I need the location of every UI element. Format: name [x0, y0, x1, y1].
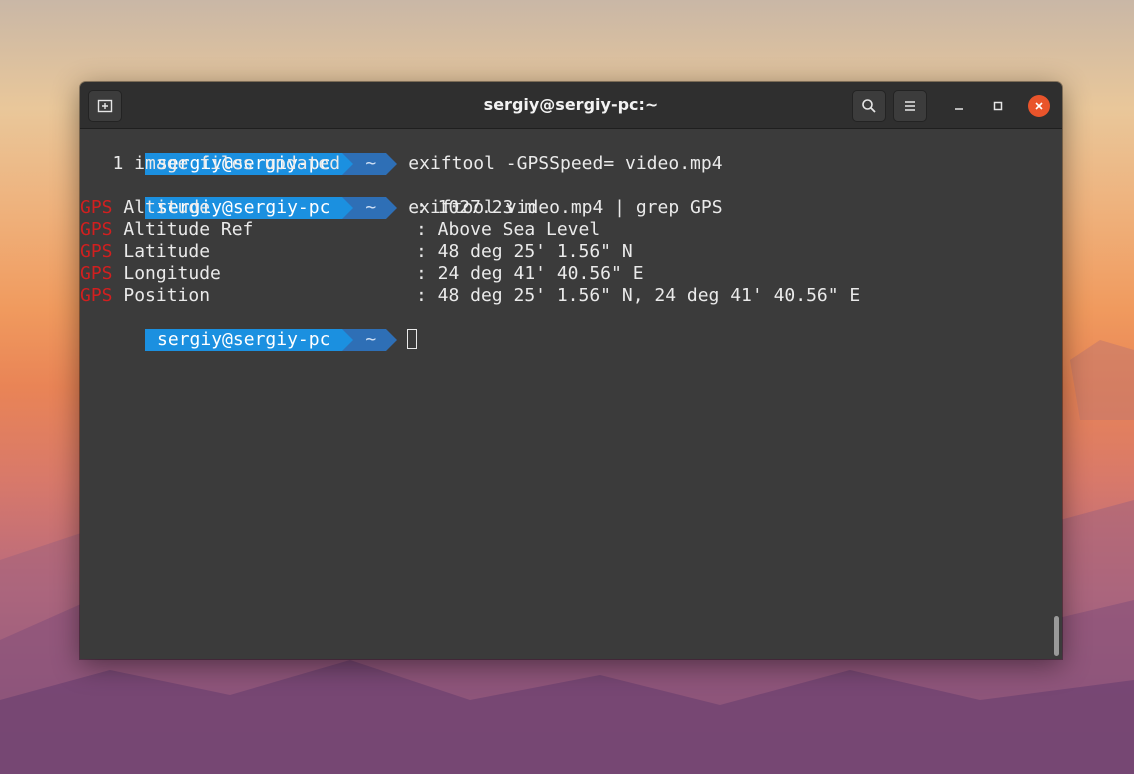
prompt-dir: ~	[353, 329, 387, 351]
output-line: 1 image files updated	[80, 153, 341, 174]
gps-value: : Above Sea Level	[415, 219, 601, 240]
text-cursor	[407, 329, 418, 349]
gps-match: GPS	[80, 285, 113, 306]
gps-row: GPS Altitude Ref : Above Sea Level	[80, 219, 600, 241]
gps-value: : 48 deg 25' 1.56" N	[415, 241, 633, 262]
gps-match: GPS	[80, 197, 113, 218]
prompt-separator-icon	[342, 329, 354, 351]
maximize-icon	[993, 101, 1003, 111]
prompt-dir: ~	[353, 153, 387, 175]
prompt-user: sergiy@sergiy-pc	[145, 329, 343, 351]
gps-field: Longitude	[112, 263, 416, 284]
prompt-line: sergiy@sergiy-pc ~ exiftool -GPSSpeed= vid…	[80, 131, 723, 175]
terminal-window: sergiy@sergiy-pc:~ sergiy@sergiy-pc ~ ex…	[80, 82, 1062, 659]
gps-match: GPS	[80, 263, 113, 284]
gps-match: GPS	[80, 219, 113, 240]
gps-value: : 1027.23 m	[415, 197, 536, 218]
prompt-separator-icon	[386, 329, 398, 351]
close-button[interactable]	[1028, 95, 1050, 117]
search-button[interactable]	[852, 90, 886, 122]
gps-field: Position	[112, 285, 416, 306]
command-text: exiftool -GPSSpeed= video.mp4	[408, 153, 723, 174]
prompt-line: sergiy@sergiy-pc ~ exiftool video.mp4 | gr…	[80, 175, 723, 219]
gps-field: Altitude	[112, 197, 416, 218]
gps-row: GPS Latitude : 48 deg 25' 1.56" N	[80, 241, 633, 263]
minimize-icon	[955, 108, 963, 110]
prompt-separator-icon	[342, 153, 354, 175]
gps-value: : 48 deg 25' 1.56" N, 24 deg 41' 40.56" …	[415, 285, 861, 306]
search-icon	[862, 99, 876, 113]
gps-row: GPS Position : 48 deg 25' 1.56" N, 24 de…	[80, 285, 860, 307]
maximize-button[interactable]	[987, 95, 1009, 117]
close-icon	[1035, 102, 1043, 110]
gps-match: GPS	[80, 241, 113, 262]
gps-value: : 24 deg 41' 40.56" E	[415, 263, 644, 284]
minimize-button[interactable]	[948, 95, 970, 117]
prompt-line: sergiy@sergiy-pc ~	[80, 307, 418, 351]
hamburger-menu-icon	[905, 101, 915, 111]
gps-row: GPS Longitude : 24 deg 41' 40.56" E	[80, 263, 644, 285]
scrollbar-thumb[interactable]	[1054, 616, 1059, 656]
gps-field: Altitude Ref	[112, 219, 416, 240]
gps-row: GPS Altitude : 1027.23 m	[80, 197, 535, 219]
terminal-output[interactable]: sergiy@sergiy-pc ~ exiftool -GPSSpeed= vid…	[80, 129, 1062, 659]
prompt-separator-icon	[386, 153, 398, 175]
menu-button[interactable]	[893, 90, 927, 122]
title-bar[interactable]: sergiy@sergiy-pc:~	[80, 82, 1062, 129]
gps-field: Latitude	[112, 241, 416, 262]
